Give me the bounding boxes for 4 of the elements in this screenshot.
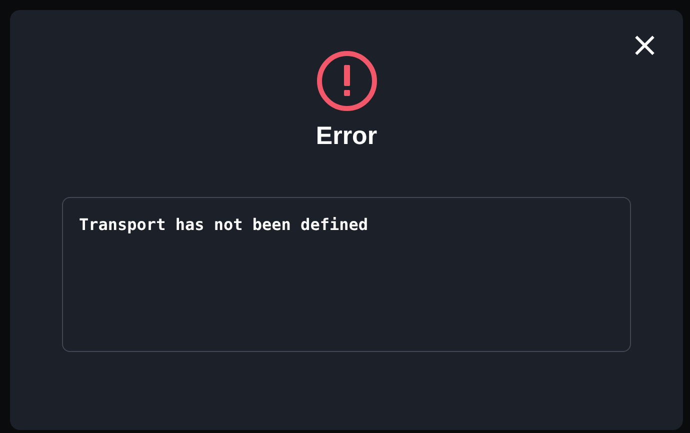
error-icon [316,50,378,112]
dialog-title: Error [316,122,378,151]
message-box: Transport has not been defined [62,197,631,352]
close-button[interactable]: × [626,28,663,62]
